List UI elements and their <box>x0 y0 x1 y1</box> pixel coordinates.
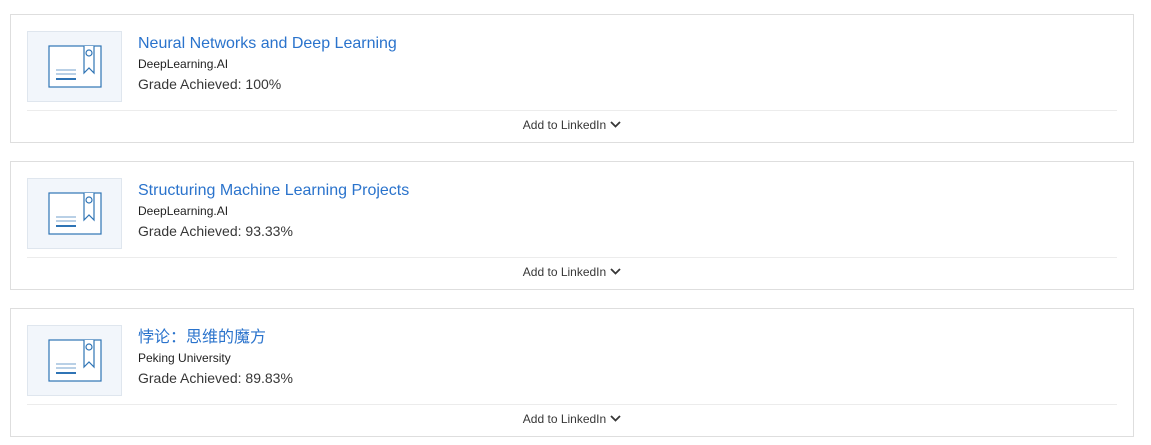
course-card: Structuring Machine Learning Projects De… <box>10 161 1134 290</box>
course-partner: DeepLearning.AI <box>138 57 229 71</box>
certificate-icon <box>48 192 102 235</box>
chevron-down-icon <box>610 268 621 276</box>
course-title-link[interactable]: Structuring Machine Learning Projects <box>138 181 409 201</box>
card-divider <box>27 110 1117 111</box>
add-to-linkedin-button[interactable]: Add to LinkedIn <box>11 118 1133 133</box>
card-divider <box>27 404 1117 405</box>
accomplishments-list: Neural Networks and Deep Learning DeepLe… <box>0 0 1151 445</box>
grade-value: 100% <box>245 76 282 92</box>
grade-achieved: Grade Achieved: 89.83% <box>138 370 293 387</box>
course-title-link[interactable]: 悖论：思维的魔方 <box>138 328 266 348</box>
certificate-thumbnail[interactable] <box>27 325 122 396</box>
certificate-thumbnail[interactable] <box>27 31 122 102</box>
course-partner: Peking University <box>138 351 231 365</box>
grade-label: Grade Achieved: <box>138 370 246 386</box>
grade-label: Grade Achieved: <box>138 76 246 92</box>
chevron-down-icon <box>610 415 621 423</box>
add-to-linkedin-label: Add to LinkedIn <box>522 118 607 132</box>
course-card: 悖论：思维的魔方 Peking University Grade Achieve… <box>10 308 1134 437</box>
add-to-linkedin-button[interactable]: Add to LinkedIn <box>11 265 1133 280</box>
course-title-link[interactable]: Neural Networks and Deep Learning <box>138 34 397 54</box>
course-partner: DeepLearning.AI <box>138 204 229 218</box>
grade-label: Grade Achieved: <box>138 223 246 239</box>
certificate-icon <box>48 45 102 88</box>
add-to-linkedin-label: Add to LinkedIn <box>522 265 607 279</box>
add-to-linkedin-label: Add to LinkedIn <box>522 412 607 426</box>
card-divider <box>27 257 1117 258</box>
grade-value: 93.33% <box>245 223 293 239</box>
certificate-icon <box>48 339 102 382</box>
course-card: Neural Networks and Deep Learning DeepLe… <box>10 14 1134 143</box>
grade-achieved: Grade Achieved: 93.33% <box>138 223 293 240</box>
chevron-down-icon <box>610 121 621 129</box>
grade-achieved: Grade Achieved: 100% <box>138 76 281 93</box>
certificate-thumbnail[interactable] <box>27 178 122 249</box>
grade-value: 89.83% <box>245 370 293 386</box>
add-to-linkedin-button[interactable]: Add to LinkedIn <box>11 412 1133 427</box>
